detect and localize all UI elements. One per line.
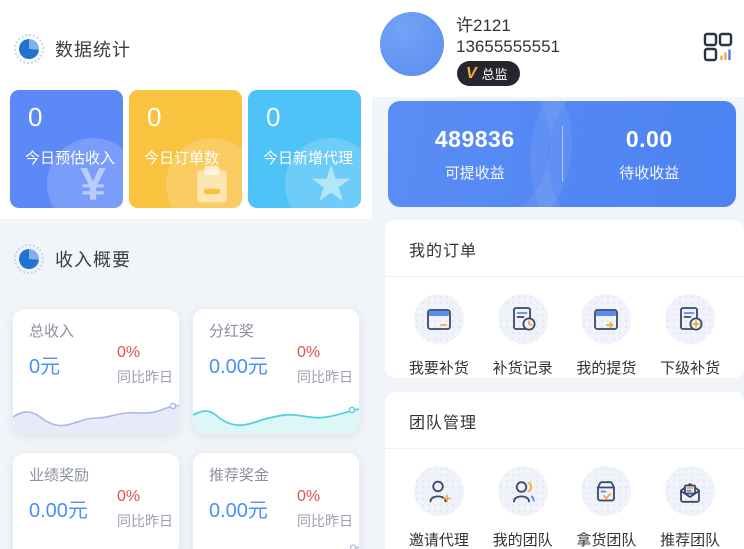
restock-form-icon [413, 294, 464, 344]
stat-card-estimated-income[interactable]: 0 今日预估收入 ¥ [10, 90, 123, 208]
stat-card-order-count[interactable]: 0 今日订单数 [129, 90, 242, 208]
pickup-form-arrow-icon [581, 294, 632, 344]
income-card-performance[interactable]: 业绩奖励 0.00元 0% 同比昨日 [12, 452, 180, 549]
dashboard-grid-icon[interactable] [702, 31, 734, 63]
income-card-value: 0元 [29, 356, 61, 378]
income-percent: 0% [117, 488, 141, 505]
income-card-value: 0.00元 [209, 500, 268, 522]
withdrawable-value: 489836 [434, 125, 515, 152]
sparkline-chart [176, 548, 179, 549]
menu-item-my-team[interactable]: 我的团队 [481, 466, 565, 549]
withdrawable-label: 可提收益 [444, 164, 505, 182]
menu-item-restock[interactable]: 我要补货 [397, 294, 481, 378]
divider [385, 276, 744, 277]
income-card-value: 0.00元 [209, 356, 268, 378]
income-percent: 0% [297, 344, 321, 361]
income-percent: 0% [297, 488, 321, 505]
pending-label: 待收收益 [619, 164, 680, 182]
menu-item-referral-team[interactable]: 推荐团队 [648, 466, 732, 549]
pending-value: 0.00 [625, 125, 673, 152]
dashboard-page: 数据统计 0 今日预估收入 ¥ 0 今日订单数 0 今日新增代理 ★ 收入概要 [0, 0, 744, 549]
sparkline-chart [193, 406, 359, 433]
income-card-referral[interactable]: 推荐奖金 0.00元 0% 同比昨日 [192, 452, 360, 549]
pie-chart-icon [14, 244, 44, 274]
income-section-header: 收入概要 [14, 244, 131, 274]
withdrawable-earnings[interactable]: 489836 可提收益 [388, 126, 562, 183]
user-name: 许2121 [456, 16, 511, 35]
team-panel: 团队管理 邀请代理 我的团队 拿货团队 推荐团队 [385, 392, 744, 549]
income-card-title: 推荐奖金 [209, 467, 270, 484]
income-section-title: 收入概要 [55, 250, 131, 270]
income-card-title: 业绩奖励 [29, 467, 90, 484]
box-check-icon [581, 466, 632, 516]
income-compare-label: 同比昨日 [297, 369, 353, 385]
income-compare-label: 同比昨日 [117, 369, 173, 385]
stat-value: 0 [147, 102, 162, 132]
menu-item-restock-record[interactable]: 补货记录 [481, 294, 565, 378]
people-group-icon [497, 466, 548, 516]
stats-section-header: 数据统计 [14, 34, 131, 64]
menu-item-pickup-team[interactable]: 拿货团队 [565, 466, 649, 549]
income-card-title: 分红奖 [209, 323, 255, 340]
person-plus-icon [413, 466, 464, 516]
earnings-card: 489836 可提收益 0.00 待收收益 [388, 101, 736, 207]
orders-panel-title: 我的订单 [409, 243, 478, 260]
sub-restock-plus-icon [665, 294, 716, 344]
pending-earnings[interactable]: 0.00 待收收益 [563, 126, 737, 183]
orders-panel: 我的订单 我要补货 补货记录 我的提货 下级补货 [385, 220, 744, 378]
income-compare-label: 同比昨日 [117, 513, 173, 529]
menu-item-sub-restock[interactable]: 下级补货 [648, 294, 732, 378]
level-badge-label: 总监 [481, 67, 508, 82]
stat-card-new-agents[interactable]: 0 今日新增代理 ★ [248, 90, 361, 208]
stat-value: 0 [266, 102, 281, 132]
income-compare-label: 同比昨日 [297, 513, 353, 529]
sparkline-chart [13, 402, 179, 433]
menu-item-invite-agent[interactable]: 邀请代理 [397, 466, 481, 549]
stat-value: 0 [28, 102, 43, 132]
income-card-value: 0.00元 [29, 500, 88, 522]
divider [385, 448, 744, 449]
income-card-dividend[interactable]: 分红奖 0.00元 0% 同比昨日 [192, 308, 360, 434]
stats-section-title: 数据统计 [55, 40, 131, 60]
user-phone: 13655555551 [456, 37, 561, 56]
income-card-total[interactable]: 总收入 0元 0% 同比昨日 [12, 308, 180, 434]
menu-item-my-pickup[interactable]: 我的提货 [565, 294, 649, 378]
restock-record-clock-icon [497, 294, 548, 344]
income-percent: 0% [117, 344, 141, 361]
avatar[interactable] [380, 12, 444, 76]
v-logo: V [466, 64, 477, 82]
income-card-title: 总收入 [29, 323, 75, 340]
team-panel-title: 团队管理 [409, 415, 478, 432]
mail-open-icon [665, 466, 716, 516]
pie-chart-icon [14, 34, 44, 64]
sparkline-chart [349, 544, 359, 549]
level-badge: V 总监 [457, 61, 520, 86]
